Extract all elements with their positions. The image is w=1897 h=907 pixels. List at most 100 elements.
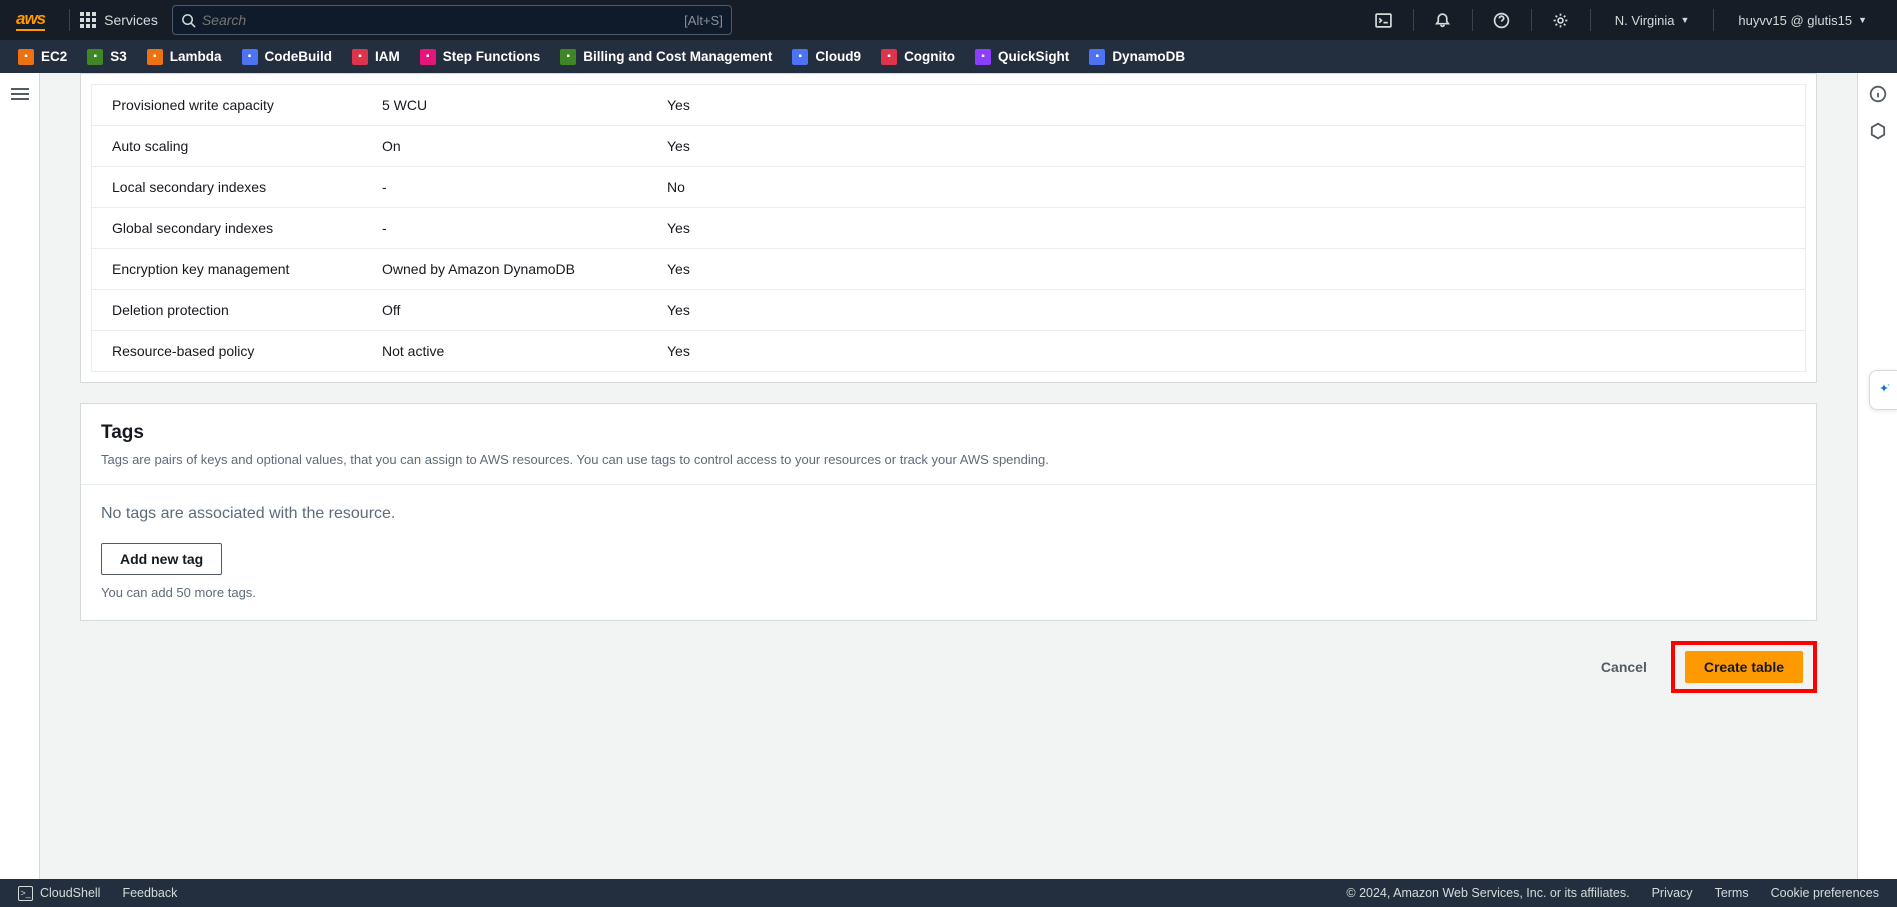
settings-summary-panel: Provisioned write capacity5 WCUYes Auto s… [80,73,1817,383]
global-footer: >_ CloudShell Feedback © 2024, Amazon We… [0,879,1897,907]
toolbar-item-label: Cognito [904,49,955,64]
cancel-button[interactable]: Cancel [1591,652,1657,682]
toolbar-item-billing-and-cost-management[interactable]: ▪Billing and Cost Management [560,49,772,65]
service-icon: ▪ [147,49,163,65]
toolbar-item-s3[interactable]: ▪S3 [87,49,127,65]
cloudshell-icon[interactable] [1365,12,1403,29]
setting-editable: Yes [667,138,1785,154]
search-icon [181,13,196,28]
setting-value: Not active [382,343,667,359]
region-selector[interactable]: N. Virginia▼ [1601,13,1704,28]
service-icon: ▪ [87,49,103,65]
service-icon: ▪ [1089,49,1105,65]
setting-editable: Yes [667,220,1785,236]
tags-body: No tags are associated with the resource… [81,485,1816,620]
aws-logo[interactable]: aws [16,9,45,31]
toolbar-item-label: CodeBuild [265,49,333,64]
sparkle-icon [1876,382,1892,398]
help-icon[interactable] [1483,12,1521,29]
toolbar-item-label: QuickSight [998,49,1069,64]
add-tag-button[interactable]: Add new tag [101,543,222,575]
toolbar-item-cognito[interactable]: ▪ Cognito [881,49,955,65]
setting-editable: No [667,179,1785,195]
toolbar-item-label: Lambda [170,49,222,64]
settings-icon[interactable] [1542,12,1580,29]
setting-name: Global secondary indexes [112,220,382,236]
tags-panel: Tags Tags are pairs of keys and optional… [80,403,1817,621]
side-nav-toggle[interactable] [11,85,29,879]
privacy-link[interactable]: Privacy [1652,886,1693,900]
info-icon[interactable] [1869,85,1887,106]
tutorial-highlight: Create table [1671,641,1817,693]
hexagon-icon[interactable] [1869,122,1887,143]
service-icon: ▪ [242,49,258,65]
setting-value: Owned by Amazon DynamoDB [382,261,667,277]
toolbar-item-iam[interactable]: ▪ IAM [352,49,400,65]
toolbar-item-label: Billing and Cost Management [583,49,772,64]
service-icon: ▪ [18,49,34,65]
favorites-toolbar: ▪EC2▪S3▪Lambda▪CodeBuild▪IAM▪Step Functi… [0,40,1897,73]
toolbar-item-label: EC2 [41,49,67,64]
toolbar-item-step-functions[interactable]: ▪ Step Functions [420,49,541,65]
toolbar-item-dynamodb[interactable]: ▪DynamoDB [1089,49,1185,65]
feedback-link[interactable]: Feedback [122,886,177,900]
terms-link[interactable]: Terms [1715,886,1749,900]
setting-editable: Yes [667,343,1785,359]
setting-value: On [382,138,667,154]
tags-title: Tags [101,422,1796,444]
main-content: Provisioned write capacity5 WCUYes Auto s… [40,73,1857,879]
chevron-down-icon: ▼ [1681,15,1690,25]
cookie-prefs-link[interactable]: Cookie preferences [1771,886,1879,900]
service-icon: ▪ [420,49,436,65]
setting-value: 5 WCU [382,97,667,113]
search-input[interactable] [202,12,684,28]
setting-name: Auto scaling [112,138,382,154]
assistant-tab[interactable] [1869,370,1897,410]
service-icon: ▪ [792,49,808,65]
setting-editable: Yes [667,302,1785,318]
create-table-button[interactable]: Create table [1685,651,1803,683]
settings-table: Provisioned write capacity5 WCUYes Auto s… [91,84,1806,372]
service-icon: ▪ [881,49,897,65]
app-layout: Provisioned write capacity5 WCUYes Auto s… [0,73,1897,879]
setting-value: Off [382,302,667,318]
setting-name: Local secondary indexes [112,179,382,195]
table-row: Resource-based policyNot activeYes [92,330,1805,371]
right-rail [1857,73,1897,879]
global-search[interactable]: [Alt+S] [172,5,732,35]
cloudshell-footer-icon: >_ [18,886,33,901]
toolbar-item-label: IAM [375,49,400,64]
setting-name: Deletion protection [112,302,382,318]
table-row: Local secondary indexes-No [92,166,1805,207]
toolbar-item-lambda[interactable]: ▪ Lambda [147,49,222,65]
tags-description: Tags are pairs of keys and optional valu… [101,450,1796,470]
cloudshell-link[interactable]: >_ CloudShell [18,886,100,901]
service-icon: ▪ [975,49,991,65]
setting-editable: Yes [667,97,1785,113]
search-shortcut-hint: [Alt+S] [684,13,723,28]
global-header: aws Services [Alt+S] N. Virginia▼ huyvv1… [0,0,1897,40]
separator [69,9,70,31]
form-actions: Cancel Create table [80,641,1817,693]
toolbar-item-codebuild[interactable]: ▪ CodeBuild [242,49,333,65]
header-right: N. Virginia▼ huyvv15 @ glutis15▼ [1365,9,1881,31]
service-icon: ▪ [352,49,368,65]
left-rail [0,73,40,879]
chevron-down-icon: ▼ [1858,15,1867,25]
tag-limit-hint: You can add 50 more tags. [101,585,1796,600]
services-grid-icon [80,12,96,28]
toolbar-item-label: Step Functions [443,49,541,64]
no-tags-message: No tags are associated with the resource… [101,505,1796,523]
account-menu[interactable]: huyvv15 @ glutis15▼ [1724,13,1881,28]
table-row: Encryption key managementOwned by Amazon… [92,248,1805,289]
toolbar-item-cloud9[interactable]: ▪Cloud9 [792,49,861,65]
table-row: Deletion protectionOffYes [92,289,1805,330]
table-row: Provisioned write capacity5 WCUYes [92,85,1805,125]
toolbar-item-ec2[interactable]: ▪ EC2 [18,49,67,65]
services-menu-button[interactable]: Services [80,12,158,28]
toolbar-item-quicksight[interactable]: ▪ QuickSight [975,49,1069,65]
notifications-icon[interactable] [1424,12,1462,29]
services-label: Services [104,12,158,28]
setting-name: Resource-based policy [112,343,382,359]
footer-right: © 2024, Amazon Web Services, Inc. or its… [1346,886,1879,900]
